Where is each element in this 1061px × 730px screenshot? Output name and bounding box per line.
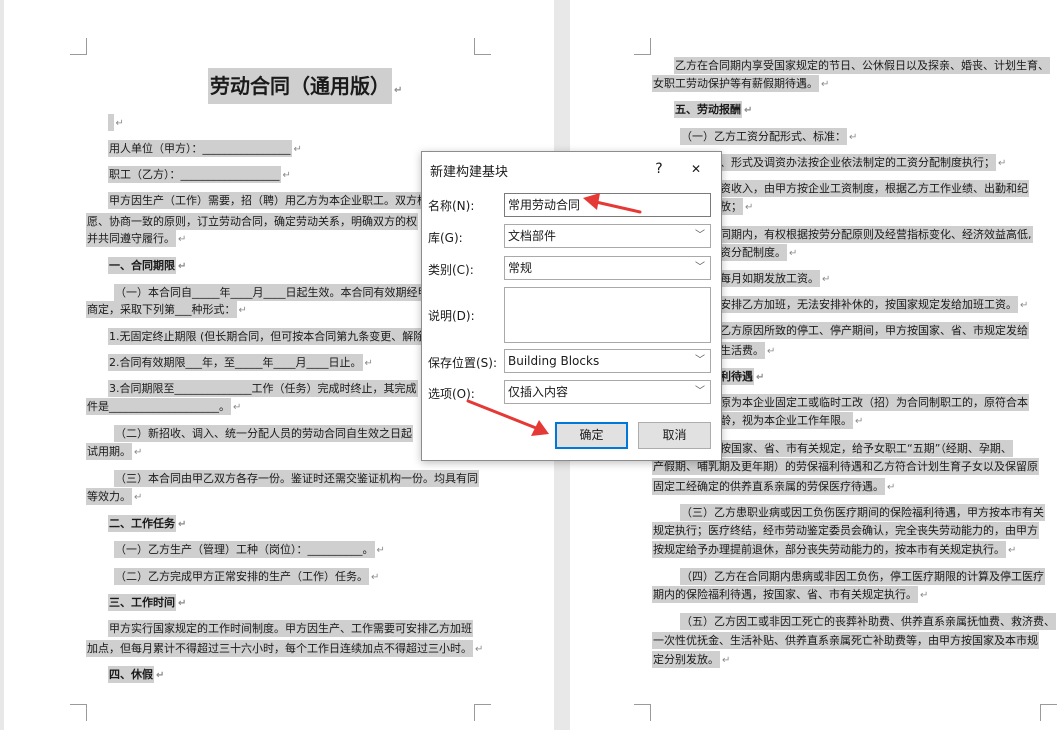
annotation-arrows [466, 193, 642, 436]
arrow-to-ok-button [466, 399, 549, 436]
arrow-to-name-field [583, 193, 642, 214]
